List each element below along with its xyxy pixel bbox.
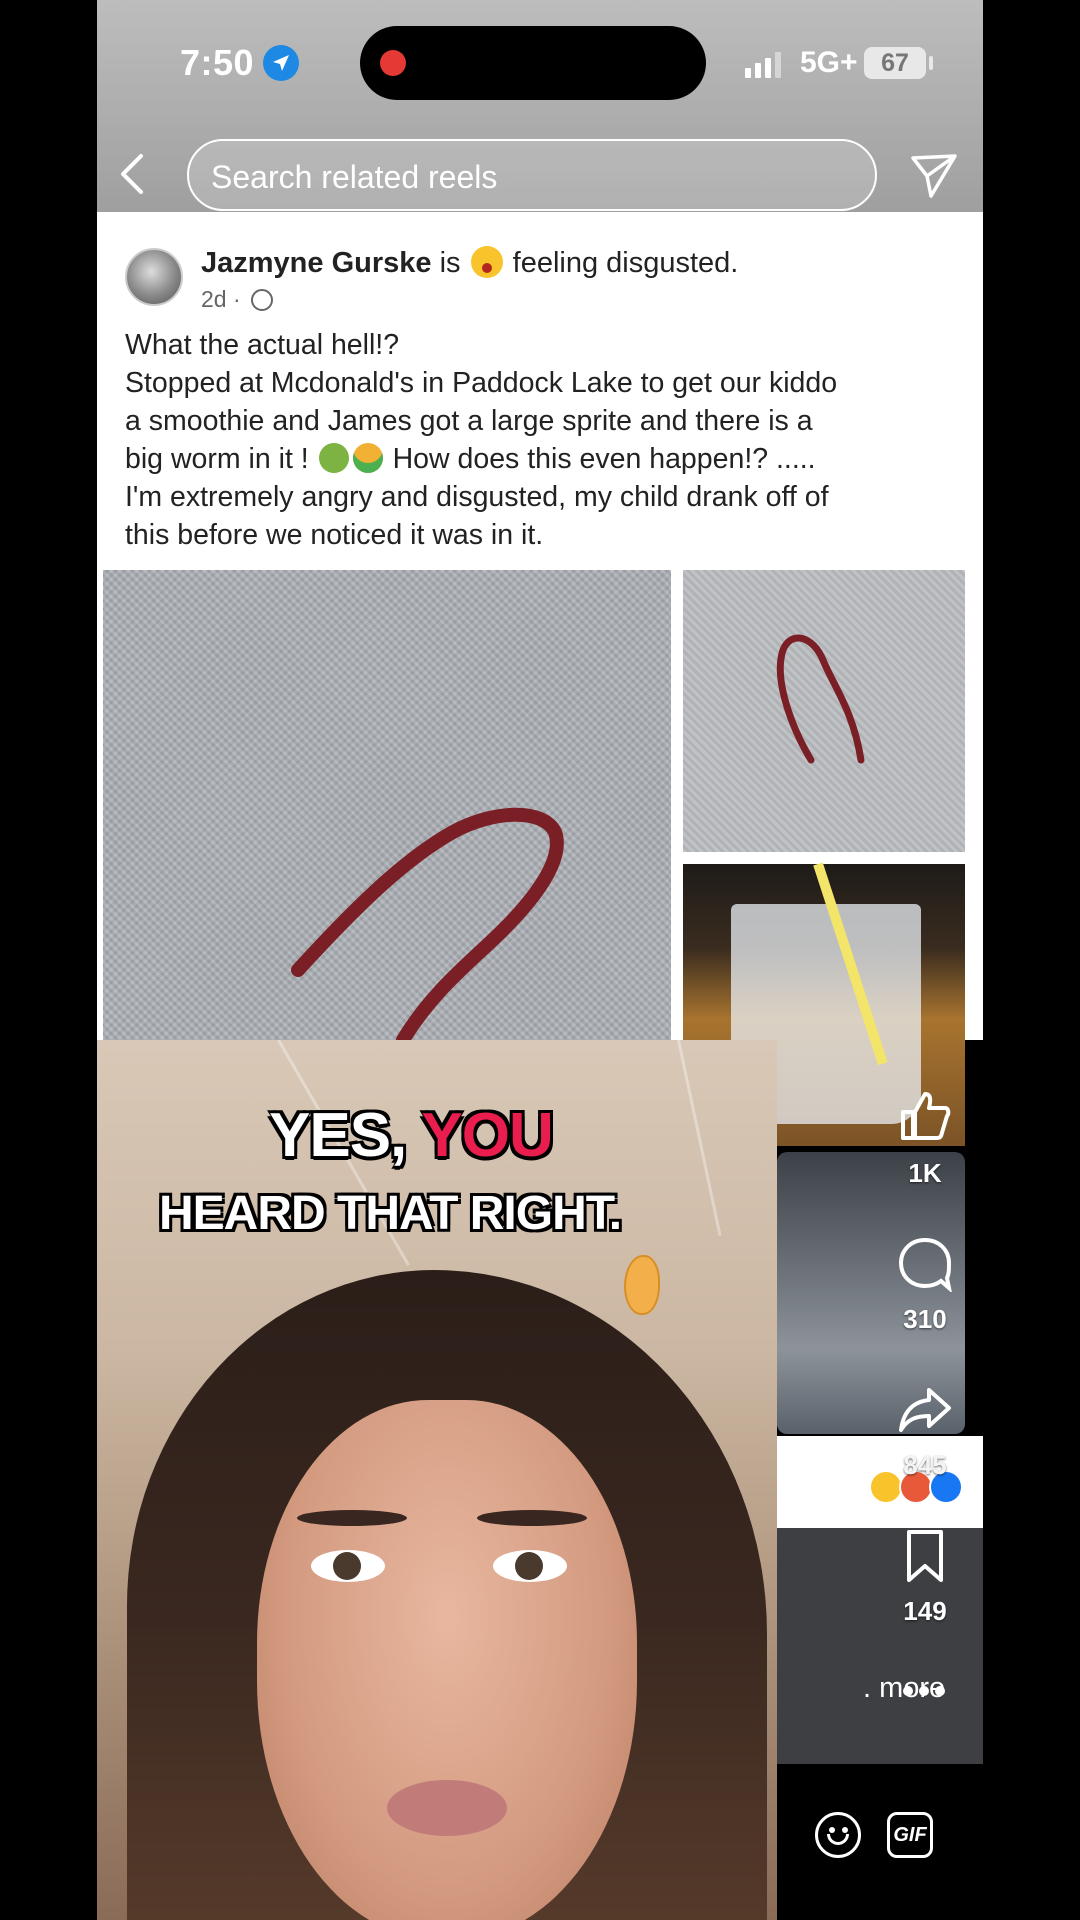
worm-photo-large[interactable] (103, 570, 671, 1047)
lips-graphic (387, 1780, 507, 1836)
search-input[interactable]: Search related reels (187, 139, 877, 211)
share-count: 845 (903, 1450, 947, 1480)
nauseated-face-icon (318, 443, 349, 473)
post-line-part: How does this even happen!? ..... (392, 443, 816, 475)
post-header: Jazmyne Gurske is feeling disgusted. (201, 246, 738, 280)
post-line: What the actual hell!? (125, 329, 400, 361)
comment-count: 310 (903, 1304, 947, 1334)
dot (903, 1686, 913, 1696)
post-line: a smoothie and James got a large sprite … (125, 405, 813, 437)
save-count: 149 (903, 1596, 947, 1626)
like-button[interactable] (897, 1088, 953, 1144)
brow-graphic (297, 1510, 407, 1526)
eye-graphic (493, 1550, 567, 1582)
network-type: 5G+ (800, 46, 858, 79)
gif-button[interactable]: GIF (887, 1812, 933, 1858)
reels-screen: 7:50 5G+ 67 Search related reels Jazmyne… (97, 0, 983, 1920)
creator-video[interactable] (97, 1040, 777, 1920)
caption-line-1: YES, YOU (269, 1100, 554, 1171)
battery-tip (929, 56, 933, 70)
globe-icon (251, 289, 274, 311)
location-arrow-icon (263, 45, 299, 81)
like-count: 1K (908, 1158, 942, 1188)
caption-word: YES, (269, 1101, 422, 1170)
comment-button[interactable] (897, 1236, 953, 1294)
feeling-text: feeling disgusted. (512, 247, 739, 279)
share-button[interactable] (897, 1382, 953, 1438)
brow-graphic (477, 1510, 587, 1526)
author-name: Jazmyne Gurske (201, 247, 432, 279)
share-send-button[interactable] (909, 150, 959, 200)
post-time: 2d (201, 286, 227, 312)
vomiting-face-icon (352, 443, 383, 473)
comment-bubble-icon (898, 1237, 953, 1294)
comment-bar (777, 1764, 983, 1920)
post-card: Jazmyne Gurske is feeling disgusted. 2d … (97, 212, 983, 1146)
bookmark-icon (907, 1530, 943, 1582)
chevron-left-icon (121, 154, 143, 194)
post-line-with-emoji: big worm in it ! How does this even happ… (125, 440, 965, 478)
search-placeholder: Search related reels (211, 159, 498, 195)
face-graphic (257, 1400, 637, 1920)
battery-level: 67 (864, 47, 926, 79)
post-meta: 2d · (201, 286, 274, 313)
post-line: I'm extremely angry and disgusted, my ch… (125, 481, 829, 513)
dot (919, 1686, 929, 1696)
back-button[interactable] (115, 152, 151, 196)
eye-graphic (311, 1550, 385, 1582)
more-options-button[interactable] (903, 1686, 945, 1696)
caption-line-2: HEARD THAT RIGHT. (159, 1187, 622, 1240)
avatar (125, 248, 183, 306)
dynamic-island (360, 26, 706, 100)
paper-plane-icon (911, 154, 957, 198)
worm-photo-small[interactable] (683, 570, 965, 852)
signal-bars-icon (745, 52, 781, 78)
post-line: this before we noticed it was in it. (125, 519, 544, 551)
caption-highlight: YOU (421, 1101, 553, 1170)
status-time: 7:50 (180, 42, 255, 83)
thumbs-up-icon (901, 1092, 951, 1140)
dot (935, 1686, 945, 1696)
share-arrow-icon (899, 1388, 951, 1432)
ear-icon (624, 1255, 660, 1315)
worm-graphic (291, 807, 564, 1047)
ceiling-line (677, 1040, 722, 1236)
post-body: What the actual hell!? Stopped at Mcdona… (125, 326, 965, 554)
author-verb: is (439, 247, 461, 279)
save-button[interactable] (897, 1528, 953, 1584)
recording-dot-icon (380, 50, 406, 76)
post-line: Stopped at Mcdonald's in Paddock Lake to… (125, 367, 838, 399)
disgusted-face-icon (470, 246, 503, 278)
post-line-part: big worm in it ! (125, 443, 309, 475)
worm-graphic (776, 634, 865, 764)
